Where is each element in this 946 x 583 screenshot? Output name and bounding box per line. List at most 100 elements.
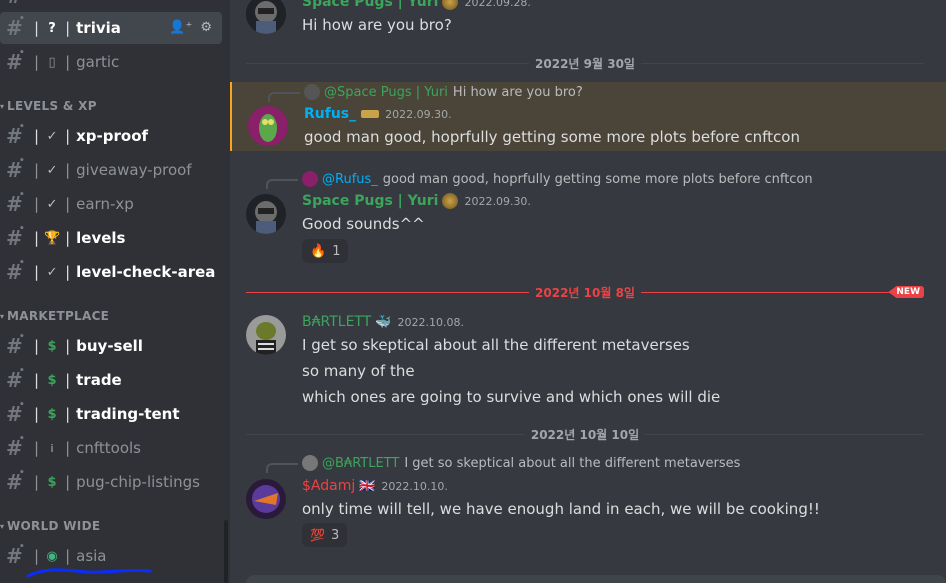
gear-icon[interactable]: ⚙ — [200, 20, 212, 35]
reply-spine — [266, 179, 298, 189]
channel-label: level-check-area — [76, 263, 216, 281]
channel-sidebar: # #• |?| trivia 👤⁺ ⚙ #• |▯| gartic ▾ LEV… — [0, 0, 230, 583]
channel-cnfttools[interactable]: # • | i | cnfttools — [0, 432, 222, 464]
money-bag-icon: $ — [47, 338, 57, 354]
lock-icon: • — [19, 366, 25, 376]
reaction-button[interactable]: 🔥 1 — [302, 239, 349, 263]
new-messages-divider: 2022년 10월 8일 NEW — [246, 284, 924, 301]
channel-trade[interactable]: # • | $ | trade — [0, 364, 222, 396]
lock-icon: • — [19, 14, 25, 24]
hash-icon: # • — [6, 122, 25, 148]
avatar[interactable] — [248, 106, 288, 146]
channel-partial[interactable]: # — [0, 0, 222, 12]
hash-icon: # • — [6, 156, 25, 182]
money-bag-icon: $ — [47, 406, 57, 422]
missing-glyph-icon: ▯ — [48, 54, 56, 70]
channel-label: gartic — [76, 53, 120, 71]
chevron-down-icon: ▾ — [0, 101, 5, 111]
channel-xp-proof[interactable]: # • | ✓ | xp-proof — [0, 120, 222, 152]
reply-preview[interactable]: @Space Pugs | Yuri Hi how are you bro? — [304, 84, 583, 100]
channel-label: trade — [76, 371, 122, 389]
info-icon: i — [50, 441, 54, 455]
username[interactable]: B₳RTLETT — [302, 314, 371, 330]
reply-mention[interactable]: @Rufus_ — [322, 172, 378, 187]
money-bag-icon: $ — [47, 474, 57, 490]
hundred-emoji-icon: 💯 — [310, 528, 325, 542]
channel-label: earn-xp — [76, 195, 134, 213]
lock-icon: • — [19, 122, 25, 132]
username[interactable]: Space Pugs | Yuri — [302, 0, 438, 10]
reply-mention[interactable]: @B₳RTLETT — [322, 456, 399, 471]
channel-label: buy-sell — [76, 337, 143, 355]
hash-icon: # • — [6, 258, 25, 284]
new-badge: NEW — [888, 286, 924, 298]
message-item: @B₳RTLETT I get so skeptical about all t… — [230, 454, 946, 554]
channel-earn-xp[interactable]: # • | ✓ | earn-xp — [0, 188, 222, 220]
lock-icon: • — [19, 434, 25, 444]
avatar[interactable] — [246, 0, 286, 34]
date-divider: 2022년 10월 10일 — [246, 426, 924, 443]
lock-icon: • — [19, 190, 25, 200]
channel-pug-chip-listings[interactable]: # • | $ | pug-chip-listings — [0, 466, 222, 498]
category-levels-xp[interactable]: ▾ LEVELS & XP — [0, 99, 230, 113]
username[interactable]: Space Pugs | Yuri — [302, 193, 438, 209]
hash-icon: # • — [6, 48, 25, 74]
avatar[interactable] — [246, 194, 286, 234]
channel-label: trivia — [76, 19, 121, 37]
reply-mention[interactable]: @Space Pugs | Yuri — [324, 85, 448, 100]
username[interactable]: Rufus_ — [304, 106, 356, 122]
invite-member-icon[interactable]: 👤⁺ — [169, 20, 192, 35]
reaction-button[interactable]: 💯 3 — [302, 523, 348, 547]
reply-preview[interactable]: @B₳RTLETT I get so skeptical about all t… — [302, 455, 740, 471]
reply-avatar — [302, 171, 318, 187]
avatar[interactable] — [246, 315, 286, 355]
globe-icon: ◉ — [46, 548, 58, 564]
hash-icon: # • — [6, 400, 25, 426]
role-badge-icon — [442, 0, 459, 10]
hash-icon: # • — [6, 224, 25, 250]
check-icon: ✓ — [46, 162, 58, 178]
channel-level-check-area[interactable]: # • | ✓ | level-check-area — [0, 256, 222, 288]
category-label: WORLD WIDE — [7, 519, 101, 533]
channel-giveaway-proof[interactable]: # • | ✓ | giveaway-proof — [0, 154, 222, 186]
channel-label: levels — [76, 229, 126, 247]
timestamp: 2022.09.30. — [385, 107, 452, 121]
chevron-down-icon: ▾ — [0, 521, 5, 531]
date-divider-label: 2022년 10월 8일 — [529, 284, 641, 301]
reply-preview[interactable]: @Rufus_ good man good, hoprfully getting… — [302, 171, 813, 187]
channel-buy-sell[interactable]: # • | $ | buy-sell — [0, 330, 222, 362]
category-world-wide[interactable]: ▾ WORLD WIDE — [0, 519, 230, 533]
category-marketplace[interactable]: ▾ MARKETPLACE — [0, 309, 230, 323]
channel-label: giveaway-proof — [76, 161, 192, 179]
channel-label: pug-chip-listings — [76, 473, 200, 491]
reply-spine — [266, 463, 298, 473]
question-mark-icon: ? — [48, 20, 56, 36]
message-text: so many of the — [302, 362, 415, 380]
channel-gartic[interactable]: # • | ▯ | gartic — [0, 46, 222, 78]
avatar[interactable] — [246, 479, 286, 519]
username[interactable]: $Adamj — [302, 478, 355, 494]
channel-label: cnfttools — [76, 439, 141, 457]
message-text: which ones are going to survive and whic… — [302, 388, 721, 406]
lock-icon: • — [19, 400, 25, 410]
message-composer[interactable] — [246, 575, 946, 583]
timestamp: 2022.10.08. — [397, 315, 464, 329]
sidebar-scrollbar[interactable] — [224, 520, 228, 583]
hash-icon: # • — [6, 468, 25, 494]
channel-levels[interactable]: # • | 🏆 | levels — [0, 222, 222, 254]
chevron-down-icon: ▾ — [0, 311, 5, 321]
annotation-scribble — [26, 568, 152, 578]
message-list: Space Pugs | Yuri 2022.09.28. Hi how are… — [230, 0, 946, 583]
channel-label: asia — [76, 547, 107, 565]
hash-icon: # — [0, 0, 34, 8]
hash-icon: # • — [6, 14, 25, 40]
lock-icon: • — [19, 468, 25, 478]
channel-trivia[interactable]: # • |? | trivia 👤⁺ ⚙ — [0, 12, 222, 44]
reply-spine — [268, 92, 300, 102]
timestamp: 2022.09.30. — [464, 194, 531, 208]
lock-icon: • — [19, 258, 25, 268]
channel-trading-tent[interactable]: # • | $ | trading-tent — [0, 398, 222, 430]
money-bag-icon: $ — [47, 372, 57, 388]
message-item: @Rufus_ good man good, hoprfully getting… — [230, 170, 946, 270]
hash-icon: # • — [6, 190, 25, 216]
